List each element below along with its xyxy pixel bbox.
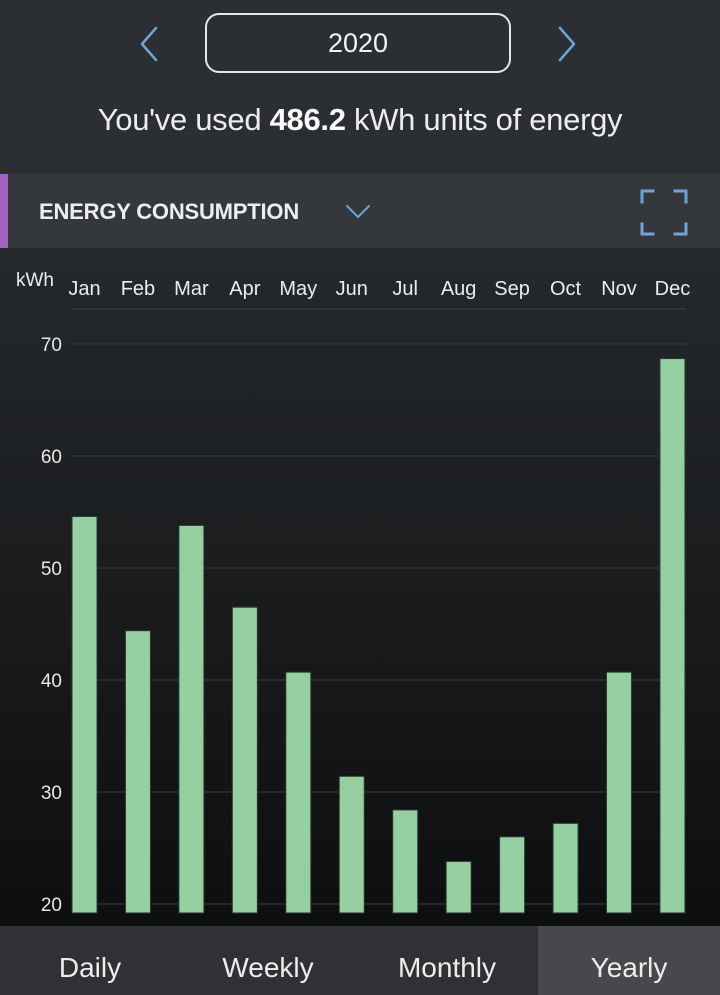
summary-value: 486.2 bbox=[269, 102, 346, 137]
bar-jun bbox=[338, 775, 365, 914]
chevron-right-icon bbox=[558, 26, 576, 62]
x-tick-label: Sep bbox=[494, 278, 530, 300]
tab-weekly[interactable]: Weekly bbox=[180, 926, 356, 995]
tab-label: Monthly bbox=[397, 951, 497, 983]
chart-area: 20 30 40 50 60 70 kWh Jan Feb Mar Apr May Jun Jul Aug S… bbox=[0, 248, 720, 926]
chevron-left-icon bbox=[140, 26, 158, 62]
year-label: 2020 bbox=[327, 27, 389, 58]
expand-icon bbox=[640, 189, 688, 236]
year-selector[interactable]: 2020 bbox=[205, 13, 511, 73]
y-axis-label: kWh bbox=[16, 270, 54, 291]
tab-daily[interactable]: Daily bbox=[0, 926, 180, 995]
bar-nov bbox=[606, 671, 632, 914]
y-tick-label: 30 bbox=[41, 783, 62, 804]
x-tick-label: Oct bbox=[550, 278, 582, 300]
bar-apr bbox=[231, 606, 258, 914]
tab-label: Yearly bbox=[590, 951, 668, 983]
expand-button[interactable] bbox=[636, 186, 692, 240]
bar-dec bbox=[659, 358, 686, 914]
x-tick-label: Mar bbox=[174, 278, 209, 300]
y-tick-label: 50 bbox=[41, 559, 62, 580]
bar-mar bbox=[178, 524, 205, 914]
x-tick-label: Apr bbox=[229, 278, 260, 300]
x-tick-label: Jun bbox=[336, 278, 368, 300]
x-tick-label: May bbox=[279, 278, 317, 300]
usage-summary: You've used 486.2 kWh units of energy bbox=[0, 102, 720, 138]
bar-jan bbox=[71, 515, 98, 914]
x-tick-label: Feb bbox=[121, 278, 155, 300]
y-tick-label: 20 bbox=[41, 895, 62, 916]
next-year-button[interactable] bbox=[552, 24, 582, 64]
period-tabs: Daily Weekly Monthly Yearly bbox=[0, 926, 720, 995]
accent-bar bbox=[0, 174, 8, 248]
x-tick-label: Jan bbox=[68, 278, 100, 300]
y-tick-label: 60 bbox=[41, 447, 62, 468]
tab-label: Daily bbox=[58, 951, 122, 983]
x-tick-label: Jul bbox=[392, 278, 418, 300]
bar-oct bbox=[552, 822, 579, 914]
chevron-down-icon bbox=[346, 205, 370, 218]
chart-type-dropdown[interactable] bbox=[342, 200, 374, 224]
y-tick-label: 40 bbox=[41, 671, 62, 692]
summary-prefix: You've used bbox=[97, 102, 270, 137]
tab-yearly[interactable]: Yearly bbox=[538, 926, 720, 995]
panel-title: ENERGY CONSUMPTION bbox=[39, 199, 300, 224]
x-tick-label: Aug bbox=[441, 278, 477, 300]
tab-monthly[interactable]: Monthly bbox=[356, 926, 538, 995]
energy-bar-chart: 20 30 40 50 60 70 kWh Jan Feb Mar Apr May Jun Jul Aug S… bbox=[16, 270, 691, 916]
x-tick-label: Nov bbox=[601, 278, 637, 300]
bar-sep bbox=[499, 836, 526, 914]
previous-year-button[interactable] bbox=[134, 24, 164, 64]
y-tick-label: 70 bbox=[41, 335, 62, 356]
x-tick-label: Dec bbox=[655, 278, 691, 300]
bar-aug bbox=[445, 860, 472, 914]
bar-jul bbox=[392, 809, 419, 914]
bar-feb bbox=[124, 630, 151, 914]
summary-suffix: kWh units of energy bbox=[345, 102, 623, 137]
bar-may bbox=[285, 671, 312, 914]
tab-label: Weekly bbox=[222, 951, 314, 983]
panel-header: ENERGY CONSUMPTION bbox=[0, 174, 720, 248]
